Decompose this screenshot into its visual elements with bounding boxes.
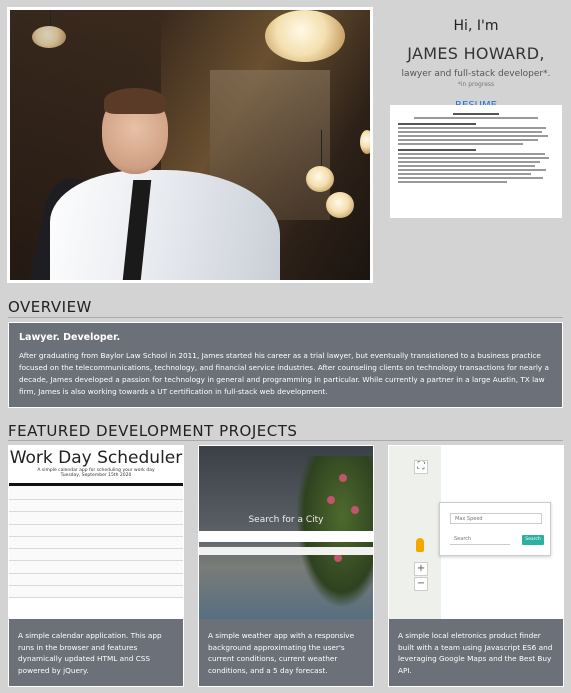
projects-heading: FEATURED DEVELOPMENT PROJECTS bbox=[8, 422, 298, 440]
project-card-weather[interactable]: Search for a City A simple weather app w… bbox=[198, 445, 374, 687]
project-card-finder[interactable]: ⛶ + − Max Speed Search Search A simple l… bbox=[388, 445, 564, 687]
scheduler-title: Work Day Scheduler bbox=[9, 448, 183, 468]
pegman-icon bbox=[416, 538, 424, 552]
zoom-out-icon: − bbox=[414, 577, 428, 591]
hero-name: JAMES HOWARD, bbox=[407, 44, 545, 63]
zoom-in-icon: + bbox=[414, 562, 428, 576]
project-card-scheduler[interactable]: Work Day Scheduler A simple calendar app… bbox=[8, 445, 184, 687]
weather-search-button bbox=[199, 547, 373, 555]
overview-heading: OVERVIEW bbox=[8, 298, 92, 316]
scheduler-description: A simple calendar application. This app … bbox=[18, 631, 162, 675]
projects-divider bbox=[8, 440, 563, 441]
weather-search-input bbox=[199, 531, 373, 542]
intro-block: Hi, I'm JAMES HOWARD, lawyer and full-st… bbox=[390, 14, 562, 112]
greeting: Hi, I'm bbox=[453, 18, 499, 34]
overview-divider bbox=[8, 317, 563, 318]
max-speed-field: Max Speed bbox=[450, 513, 542, 524]
weather-description: A simple weather app with a responsive b… bbox=[208, 631, 355, 675]
scheduler-date: Tuesday, September 15th 2020 bbox=[60, 473, 132, 478]
overview-panel: Lawyer. Developer. After graduating from… bbox=[8, 322, 563, 408]
overview-body: After graduating from Baylor Law School … bbox=[19, 351, 550, 396]
hero-role: lawyer and full-stack developer*. bbox=[401, 69, 551, 79]
fullscreen-icon: ⛶ bbox=[414, 460, 428, 474]
scheduler-screenshot[interactable]: Work Day Scheduler A simple calendar app… bbox=[9, 446, 183, 619]
weather-search-label: Search for a City bbox=[248, 515, 324, 525]
finder-search-button: Search bbox=[522, 535, 544, 545]
weather-screenshot[interactable]: Search for a City bbox=[199, 446, 373, 619]
finder-screenshot[interactable]: ⛶ + − Max Speed Search Search bbox=[389, 446, 563, 619]
progress-note: *in progress bbox=[457, 81, 495, 88]
resume-thumbnail[interactable] bbox=[390, 105, 562, 218]
search-field: Search bbox=[450, 534, 510, 545]
finder-description: A simple local eletronics product finder… bbox=[398, 631, 553, 675]
finder-search-panel: Max Speed Search Search bbox=[439, 502, 551, 556]
profile-photo bbox=[10, 10, 370, 280]
hero-photo-frame bbox=[7, 7, 373, 283]
overview-subtitle: Lawyer. Developer. bbox=[19, 332, 121, 343]
